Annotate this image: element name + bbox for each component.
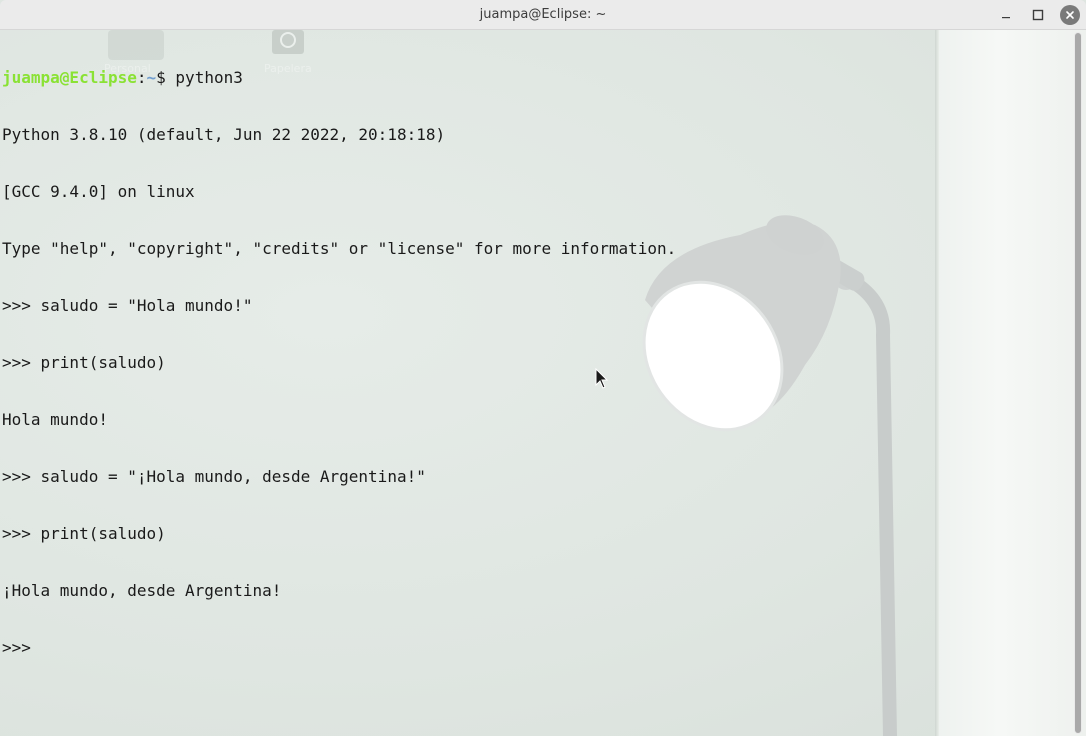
wallpaper-wall-edge [935,30,939,736]
repl-prompt-line[interactable]: >>> [2,638,676,657]
repl-input-line: >>> print(saludo) [2,353,166,372]
output-line: [GCC 9.4.0] on linux [2,182,195,201]
close-icon [1060,5,1080,25]
scrollbar-thumb[interactable] [1075,33,1081,733]
prompt-symbol: $ [156,68,166,87]
prompt-line: juampa@Eclipse:~$ python3 [2,68,676,87]
scrollbar[interactable] [1074,32,1082,734]
window-title: juampa@Eclipse: ~ [479,7,607,22]
minimize-button[interactable] [995,4,1017,26]
repl-input-line: >>> saludo = "Hola mundo!" [2,296,253,315]
repl-input-line: >>> saludo = "¡Hola mundo, desde Argenti… [2,467,426,486]
window-titlebar[interactable]: juampa@Eclipse: ~ [0,0,1086,30]
output-line: Hola mundo! [2,410,108,429]
output-line: Python 3.8.10 (default, Jun 22 2022, 20:… [2,125,446,144]
minimize-icon [1002,17,1010,19]
maximize-icon [1032,9,1044,21]
repl-input-line: >>> print(saludo) [2,524,166,543]
prompt-user-host: juampa@Eclipse [2,68,137,87]
prompt-command: python3 [175,68,243,87]
close-button[interactable] [1059,4,1081,26]
terminal-output[interactable]: juampa@Eclipse:~$ python3 Python 3.8.10 … [2,30,676,695]
maximize-button[interactable] [1027,4,1049,26]
prompt-separator: : [136,68,147,87]
prompt-path: ~ [146,68,157,87]
output-line: ¡Hola mundo, desde Argentina! [2,581,282,600]
terminal-area[interactable]: Personal Papelera juampa@Eclipse:~$ pyth… [0,30,1086,736]
mouse-pointer-icon [595,368,609,389]
terminal-window: juampa@Eclipse: ~ Personal Papelera juam… [0,0,1086,736]
output-line: Type "help", "copyright", "credits" or "… [2,239,677,258]
